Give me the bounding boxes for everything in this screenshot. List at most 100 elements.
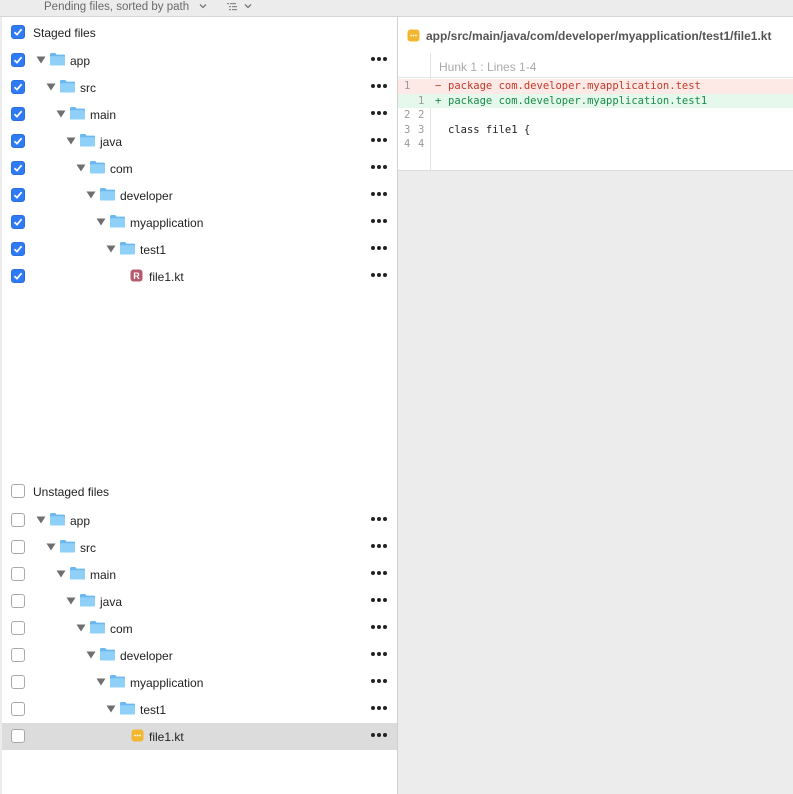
- checkmark-icon: [13, 83, 23, 91]
- tree-folder-row[interactable]: main: [2, 101, 397, 128]
- diff-pane: app/src/main/java/com/developer/myapplic…: [398, 17, 793, 794]
- folder-name: developer: [120, 189, 173, 203]
- folder-icon: [60, 540, 75, 553]
- file-checkbox[interactable]: [11, 188, 25, 202]
- more-options-icon[interactable]: [370, 218, 388, 224]
- tree-folder-row[interactable]: test1: [2, 696, 397, 723]
- old-line-number: 2: [404, 109, 411, 121]
- file-checkbox[interactable]: [11, 513, 25, 527]
- added-line: 1 + package com.developer.myapplication.te…: [398, 93, 793, 108]
- tree-folder-row[interactable]: java: [2, 128, 397, 155]
- more-options-icon[interactable]: [370, 732, 388, 738]
- more-options-icon[interactable]: [370, 272, 388, 278]
- tree-folder-row[interactable]: test1: [2, 236, 397, 263]
- unstaged-all-checkbox[interactable]: [11, 484, 25, 498]
- disclosure-triangle-icon[interactable]: [106, 245, 116, 253]
- file-checkbox[interactable]: [11, 567, 25, 581]
- tree-folder-row[interactable]: app: [2, 47, 397, 74]
- tree-folder-row[interactable]: main: [2, 561, 397, 588]
- folder-name: main: [90, 568, 117, 582]
- checkmark-icon: [13, 28, 23, 36]
- staged-all-checkbox[interactable]: [11, 25, 25, 39]
- more-options-icon[interactable]: [370, 516, 388, 522]
- disclosure-triangle-icon[interactable]: [56, 570, 66, 578]
- disclosure-triangle-icon[interactable]: [106, 705, 116, 713]
- more-options-icon[interactable]: [370, 110, 388, 116]
- diff-sign: −: [435, 80, 442, 92]
- file-checkbox[interactable]: [11, 594, 25, 608]
- more-options-icon[interactable]: [370, 624, 388, 630]
- folder-name: com: [110, 622, 133, 636]
- more-options-icon[interactable]: [370, 705, 388, 711]
- staged-files-title: Staged files: [33, 26, 96, 40]
- file-checkbox[interactable]: [11, 269, 25, 283]
- more-options-icon[interactable]: [370, 543, 388, 549]
- view-chevron-down-icon[interactable]: [243, 1, 253, 11]
- tree-folder-row[interactable]: java: [2, 588, 397, 615]
- file-checkbox[interactable]: [11, 702, 25, 716]
- tree-folder-row[interactable]: developer: [2, 182, 397, 209]
- more-options-icon[interactable]: [370, 137, 388, 143]
- more-options-icon[interactable]: [370, 570, 388, 576]
- more-options-icon[interactable]: [370, 83, 388, 89]
- file-checkbox[interactable]: [11, 540, 25, 554]
- staged-files-pane: Staged files app src main java com developer m…: [2, 17, 398, 478]
- disclosure-triangle-icon[interactable]: [86, 651, 96, 659]
- disclosure-triangle-icon[interactable]: [66, 597, 76, 605]
- disclosure-triangle-icon[interactable]: [66, 137, 76, 145]
- checkmark-icon: [13, 56, 23, 64]
- checkmark-icon: [13, 110, 23, 118]
- code-text: class file1 {: [448, 123, 531, 136]
- folder-name: java: [100, 135, 123, 149]
- folder-icon: [120, 242, 135, 255]
- file-name: file1.kt: [149, 730, 184, 744]
- disclosure-triangle-icon[interactable]: [36, 516, 46, 524]
- folder-name: src: [80, 81, 96, 95]
- disclosure-triangle-icon[interactable]: [76, 624, 86, 632]
- file-checkbox[interactable]: [11, 242, 25, 256]
- disclosure-triangle-icon[interactable]: [56, 110, 66, 118]
- sort-mode-label[interactable]: Pending files, sorted by path: [44, 0, 189, 14]
- folder-icon: [80, 594, 95, 607]
- file-checkbox[interactable]: [11, 215, 25, 229]
- tree-file-row[interactable]: file1.kt: [2, 723, 397, 750]
- tree-folder-row[interactable]: developer: [2, 642, 397, 669]
- more-options-icon[interactable]: [370, 597, 388, 603]
- tree-view-icon[interactable]: [226, 1, 238, 13]
- file-checkbox[interactable]: [11, 729, 25, 743]
- more-options-icon[interactable]: [370, 56, 388, 62]
- file-checkbox[interactable]: [11, 107, 25, 121]
- disclosure-triangle-icon[interactable]: [46, 83, 56, 91]
- file-checkbox[interactable]: [11, 675, 25, 689]
- disclosure-triangle-icon[interactable]: [46, 543, 56, 551]
- more-options-icon[interactable]: [370, 245, 388, 251]
- tree-folder-row[interactable]: myapplication: [2, 669, 397, 696]
- tree-folder-row[interactable]: myapplication: [2, 209, 397, 236]
- disclosure-triangle-icon[interactable]: [96, 218, 106, 226]
- more-options-icon[interactable]: [370, 651, 388, 657]
- more-options-icon[interactable]: [370, 678, 388, 684]
- new-line-number: 3: [418, 123, 425, 136]
- disclosure-triangle-icon[interactable]: [96, 678, 106, 686]
- disclosure-triangle-icon[interactable]: [86, 191, 96, 199]
- disclosure-triangle-icon[interactable]: [76, 164, 86, 172]
- more-options-icon[interactable]: [370, 191, 388, 197]
- file-checkbox[interactable]: [11, 621, 25, 635]
- deleted-line: 1 − package com.developer.myapplication.te…: [398, 79, 793, 94]
- file-checkbox[interactable]: [11, 134, 25, 148]
- disclosure-triangle-icon[interactable]: [36, 56, 46, 64]
- sort-chevron-down-icon[interactable]: [198, 1, 208, 11]
- file-checkbox[interactable]: [11, 53, 25, 67]
- context-line: 44: [398, 137, 793, 152]
- file-checkbox[interactable]: [11, 80, 25, 94]
- tree-folder-row[interactable]: app: [2, 507, 397, 534]
- tree-folder-row[interactable]: com: [2, 155, 397, 182]
- tree-folder-row[interactable]: src: [2, 74, 397, 101]
- file-checkbox[interactable]: [11, 161, 25, 175]
- tree-file-row[interactable]: Rfile1.kt: [2, 263, 397, 290]
- checkmark-icon: [13, 164, 23, 172]
- tree-folder-row[interactable]: com: [2, 615, 397, 642]
- file-checkbox[interactable]: [11, 648, 25, 662]
- tree-folder-row[interactable]: src: [2, 534, 397, 561]
- more-options-icon[interactable]: [370, 164, 388, 170]
